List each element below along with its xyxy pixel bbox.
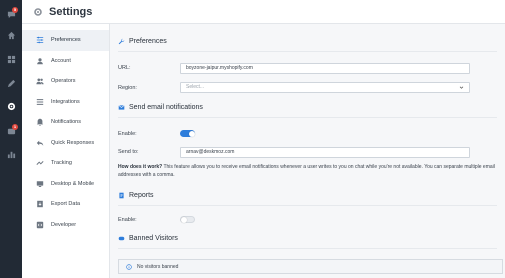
- banned-visitors-info: No visitors banned: [118, 259, 503, 274]
- sidebar-item-preferences[interactable]: Preferences: [22, 30, 109, 51]
- users-icon: [36, 77, 44, 85]
- sidebar-item-label: Integrations: [51, 98, 80, 105]
- region-label: Region:: [118, 85, 137, 91]
- sidebar-item-label: Export Data: [51, 201, 81, 208]
- sidebar-item-label: Quick Responses: [51, 139, 95, 146]
- divider: [118, 51, 497, 52]
- sidebar-item-developer[interactable]: Developer: [22, 215, 109, 236]
- trend-icon: [36, 159, 44, 167]
- download-icon: [36, 200, 44, 208]
- sidebar-item-label: Operators: [51, 78, 76, 85]
- sidebar-item-notifications[interactable]: Notifications: [22, 112, 109, 133]
- preferences-heading: Preferences: [118, 38, 167, 45]
- sidebar-item-tracking[interactable]: Tracking: [22, 153, 109, 174]
- chat-bubble-icon[interactable]: 5: [0, 5, 22, 23]
- help-body: This feature allows you to receive email…: [118, 164, 495, 178]
- settings-content: Preferences URL: boyzone-jaipur.myshopif…: [110, 24, 505, 278]
- banned-visitors-message: No visitors banned: [137, 263, 179, 270]
- reports-enable-label: Enable:: [118, 217, 137, 223]
- list-icon: [36, 98, 44, 106]
- dashboard-icon[interactable]: [0, 50, 22, 68]
- region-select-value: Select...: [186, 84, 205, 90]
- sidebar-item-integrations[interactable]: Integrations: [22, 92, 109, 113]
- sidebar-item-operators[interactable]: Operators: [22, 71, 109, 92]
- tickets-badge: 1: [12, 124, 18, 130]
- home-icon[interactable]: [0, 26, 22, 44]
- page-header: Settings: [22, 0, 505, 24]
- chevron-down-icon: [459, 85, 464, 90]
- sidebar-item-label: Tracking: [51, 160, 72, 167]
- sidebar-item-label: Desktop & Mobile: [51, 180, 95, 187]
- region-select[interactable]: Select...: [180, 82, 470, 93]
- sidebar-item-label: Developer: [51, 221, 77, 228]
- url-label: URL:: [118, 65, 131, 71]
- wrench-icon: [118, 38, 125, 45]
- sidebar-item-export-data[interactable]: Export Data: [22, 194, 109, 215]
- divider: [118, 248, 497, 249]
- sidebar-item-label: Account: [51, 57, 71, 64]
- divider: [118, 205, 497, 206]
- envelope-icon: [118, 104, 125, 111]
- settings-gear-icon: [33, 7, 43, 17]
- banned-visitors-heading: Banned Visitors: [118, 235, 178, 242]
- sidebar-item-label: Preferences: [51, 37, 81, 44]
- ticket-icon[interactable]: 1: [0, 122, 22, 140]
- report-icon: [118, 192, 125, 199]
- toggle-knob: [188, 130, 195, 137]
- sidebar-item-account[interactable]: Account: [22, 51, 109, 72]
- reply-icon: [36, 139, 44, 147]
- url-field[interactable]: boyzone-jaipur.myshopify.com: [180, 63, 470, 74]
- divider: [118, 117, 497, 118]
- email-notifications-heading: Send email notifications: [118, 104, 203, 111]
- page-title: Settings: [49, 5, 93, 18]
- pencil-icon[interactable]: [0, 74, 22, 92]
- code-icon: [36, 221, 44, 229]
- desktop-icon: [36, 180, 44, 188]
- sidebar-item-label: Notifications: [51, 119, 81, 126]
- settings-sidebar: Preferences Account Operators Integratio…: [22, 24, 110, 278]
- user-icon: [36, 57, 44, 65]
- sendto-field[interactable]: arnav@deskmoz.com: [180, 147, 470, 158]
- info-icon: [126, 263, 132, 270]
- ban-icon: [118, 235, 125, 242]
- email-enable-toggle[interactable]: [180, 130, 195, 137]
- app-rail: 5 1: [0, 0, 22, 278]
- help-title: How does it work?: [118, 164, 163, 170]
- email-enable-label: Enable:: [118, 131, 137, 137]
- gear-icon[interactable]: [0, 97, 22, 115]
- bar-chart-icon[interactable]: [0, 145, 22, 163]
- sendto-label: Send to:: [118, 149, 139, 155]
- chats-badge: 5: [12, 7, 18, 13]
- sidebar-item-desktop-mobile[interactable]: Desktop & Mobile: [22, 174, 109, 195]
- bell-icon: [36, 118, 44, 127]
- sliders-icon: [36, 36, 44, 44]
- email-help-text: How does it work? This feature allows yo…: [118, 164, 503, 179]
- reports-enable-toggle[interactable]: [180, 216, 195, 223]
- reports-heading: Reports: [118, 192, 154, 199]
- sidebar-item-quick-responses[interactable]: Quick Responses: [22, 133, 109, 154]
- toggle-knob: [181, 217, 187, 223]
